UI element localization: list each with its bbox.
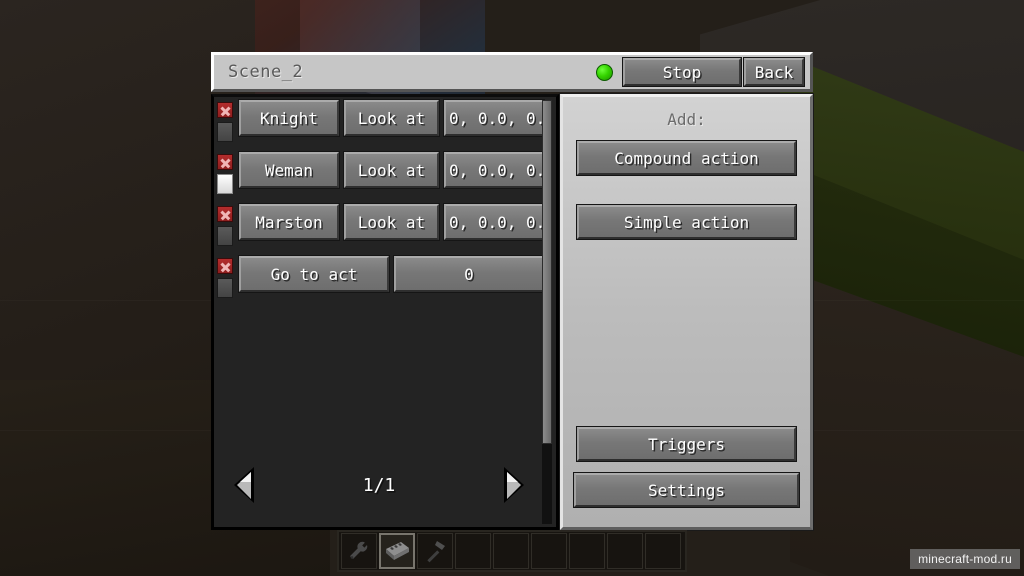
row-select-toggle[interactable] <box>217 122 233 142</box>
clapper-icon <box>383 537 411 565</box>
row-controls <box>217 206 235 246</box>
go-to-act-button[interactable]: Go to act <box>238 255 390 293</box>
action-type-button[interactable]: Look at <box>342 99 440 137</box>
actor-name-button[interactable]: Knight <box>238 99 340 137</box>
site-watermark: minecraft-mod.ru <box>910 549 1020 569</box>
delete-row-icon[interactable] <box>217 258 233 274</box>
action-row: Marston Look at 0, 0.0, 0.0) <box>217 203 546 249</box>
action-params-field[interactable]: 0, 0.0, 0.0) <box>442 99 546 137</box>
row-select-toggle[interactable] <box>217 278 233 298</box>
hotbar-slot-3[interactable] <box>417 533 453 569</box>
settings-button[interactable]: Settings <box>573 472 800 508</box>
compound-action-button[interactable]: Compound action <box>576 140 797 176</box>
row-select-toggle[interactable] <box>217 226 233 246</box>
pagination-bar: 1/1 <box>214 461 544 509</box>
hotbar-slot-2[interactable] <box>379 533 415 569</box>
hotbar-slot-5[interactable] <box>493 533 529 569</box>
hotbar-slot-9[interactable] <box>645 533 681 569</box>
go-to-act-value[interactable]: 0 <box>393 255 545 293</box>
row-controls <box>217 258 235 298</box>
action-list: Knight Look at 0, 0.0, 0.0) Weman Look a… <box>214 97 546 308</box>
action-row: Go to act 0 <box>217 255 545 301</box>
hotbar-slot-6[interactable] <box>531 533 567 569</box>
add-section-label: Add: <box>667 110 706 129</box>
list-scrollbar-thumb[interactable] <box>542 100 552 444</box>
stop-button[interactable]: Stop <box>622 57 742 87</box>
scene-title[interactable]: Scene_2 <box>220 62 596 82</box>
triggers-button[interactable]: Triggers <box>576 426 797 462</box>
row-controls <box>217 154 235 194</box>
hotbar-slot-7[interactable] <box>569 533 605 569</box>
row-controls <box>217 102 235 142</box>
back-button[interactable]: Back <box>743 57 805 87</box>
hotbar <box>337 530 687 572</box>
delete-row-icon[interactable] <box>217 154 233 170</box>
hammer-icon <box>422 538 448 564</box>
delete-row-icon[interactable] <box>217 206 233 222</box>
action-list-panel: Knight Look at 0, 0.0, 0.0) Weman Look a… <box>211 94 559 530</box>
triangle-right-icon[interactable] <box>500 464 526 506</box>
actor-name-button[interactable]: Marston <box>238 203 340 241</box>
action-row: Weman Look at 0, 0.0, 0.0) <box>217 151 546 197</box>
page-indicator: 1/1 <box>362 474 396 496</box>
status-indicator-icon <box>596 63 613 81</box>
actor-name-button[interactable]: Weman <box>238 151 340 189</box>
hotbar-slot-4[interactable] <box>455 533 491 569</box>
hotbar-slot-8[interactable] <box>607 533 643 569</box>
delete-row-icon[interactable] <box>217 102 233 118</box>
hotbar-slot-1[interactable] <box>341 533 377 569</box>
action-row: Knight Look at 0, 0.0, 0.0) <box>217 99 546 145</box>
action-type-button[interactable]: Look at <box>342 203 440 241</box>
simple-action-button[interactable]: Simple action <box>576 204 797 240</box>
title-bar: Scene_2 Stop Back <box>211 52 813 92</box>
triangle-left-icon[interactable] <box>232 464 258 506</box>
action-type-button[interactable]: Look at <box>342 151 440 189</box>
add-actions-panel: Add: Compound action Simple action Trigg… <box>559 93 814 531</box>
row-select-toggle[interactable] <box>217 174 233 194</box>
action-params-field[interactable]: 0, 0.0, 0.0) <box>442 203 546 241</box>
action-params-field[interactable]: 0, 0.0, 0.0) <box>442 151 546 189</box>
wrench-icon <box>346 538 372 564</box>
scene-editor-window: Scene_2 Stop Back Knight Look at 0, 0.0,… <box>208 52 816 531</box>
